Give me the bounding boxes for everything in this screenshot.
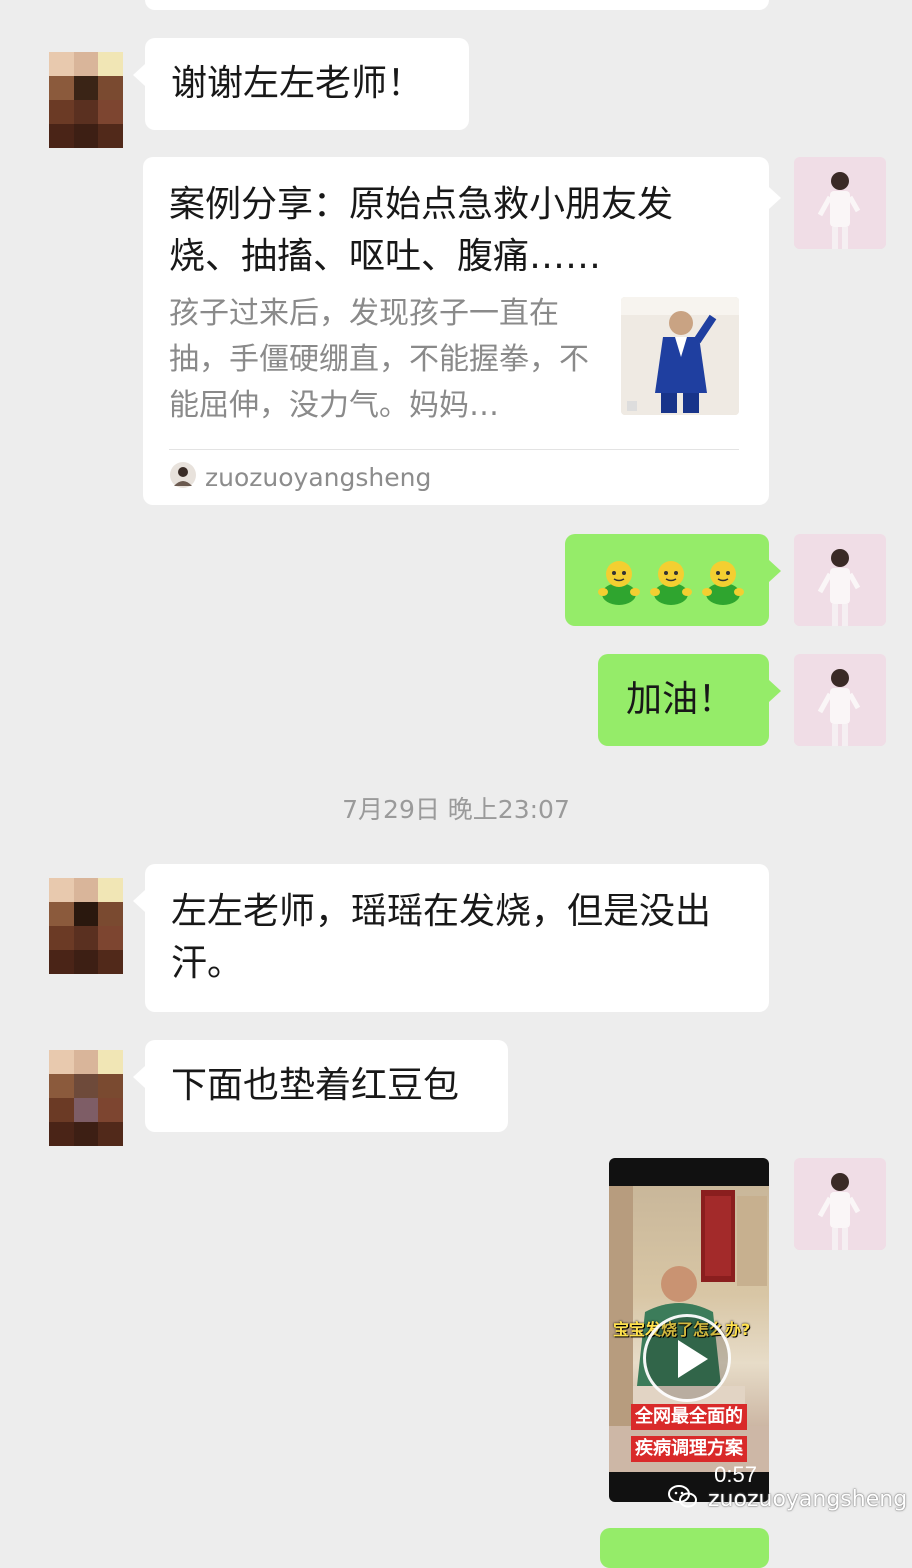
contact-avatar[interactable]	[49, 1050, 123, 1146]
green-sprout-emoji	[597, 556, 641, 606]
link-card-title: 案例分享：原始点急救小朋友发烧、抽搐、呕吐、腹痛……	[169, 184, 674, 277]
message-bubble-fever[interactable]: 左左老师，瑶瑶在发烧，但是没出汗。	[133, 864, 769, 1012]
link-card-source-name: zuozuoyangsheng	[205, 462, 432, 492]
green-sprout-emoji	[701, 556, 745, 606]
watermark-text: zuozuoyangsheng	[708, 1486, 908, 1512]
link-card-bubble[interactable]: 案例分享：原始点急救小朋友发烧、抽搐、呕吐、腹痛…… 孩子过来后，发现孩子一直在…	[143, 157, 781, 505]
teacher-avatar[interactable]	[794, 654, 886, 746]
teacher-avatar[interactable]	[794, 1158, 886, 1250]
video-message[interactable]: 宝宝发烧了怎么办? 全网最全面的 疾病调理方案 0:57	[609, 1158, 769, 1502]
video-caption-line-2: 疾病调理方案	[631, 1436, 747, 1462]
message-text: 下面也垫着红豆包	[171, 1065, 460, 1106]
teacher-avatar[interactable]	[794, 157, 886, 249]
link-card-thumbnail	[621, 297, 739, 415]
play-icon[interactable]	[643, 1314, 731, 1402]
message-text: 谢谢左左老师！	[171, 63, 424, 104]
message-bubble-emoji[interactable]	[565, 534, 781, 626]
message-text: 左左老师，瑶瑶在发烧，但是没出汗。	[171, 891, 712, 984]
video-caption-line-1: 全网最全面的	[631, 1404, 747, 1430]
link-card-divider	[169, 449, 739, 450]
link-card-source[interactable]: zuozuoyangsheng	[169, 459, 431, 495]
message-text: 加油！	[626, 679, 735, 720]
next-message-bubble[interactable]	[600, 1528, 769, 1568]
watermark: zuozuoyangsheng	[668, 1484, 907, 1514]
wechat-icon	[668, 1484, 698, 1514]
contact-avatar[interactable]	[49, 878, 123, 974]
link-card-description: 孩子过来后，发现孩子一直在抽，手僵硬绷直，不能握拳，不能屈伸，没力气。妈妈…	[169, 296, 589, 423]
green-sprout-emoji	[649, 556, 693, 606]
message-bubble-bean-bag[interactable]: 下面也垫着红豆包	[133, 1040, 508, 1132]
message-bubble-thanks[interactable]: 谢谢左左老师！	[133, 38, 469, 130]
contact-avatar[interactable]	[49, 52, 123, 148]
emoji-row	[597, 556, 745, 606]
previous-message-bubble[interactable]	[145, 0, 769, 10]
video-thumbnail: 宝宝发烧了怎么办? 全网最全面的 疾病调理方案	[609, 1186, 769, 1472]
message-bubble-cheer[interactable]: 加油！	[598, 654, 781, 746]
chat-timestamp: 7月29日 晚上23:07	[342, 795, 570, 824]
teacher-avatar[interactable]	[794, 534, 886, 626]
source-avatar-icon	[169, 461, 197, 493]
